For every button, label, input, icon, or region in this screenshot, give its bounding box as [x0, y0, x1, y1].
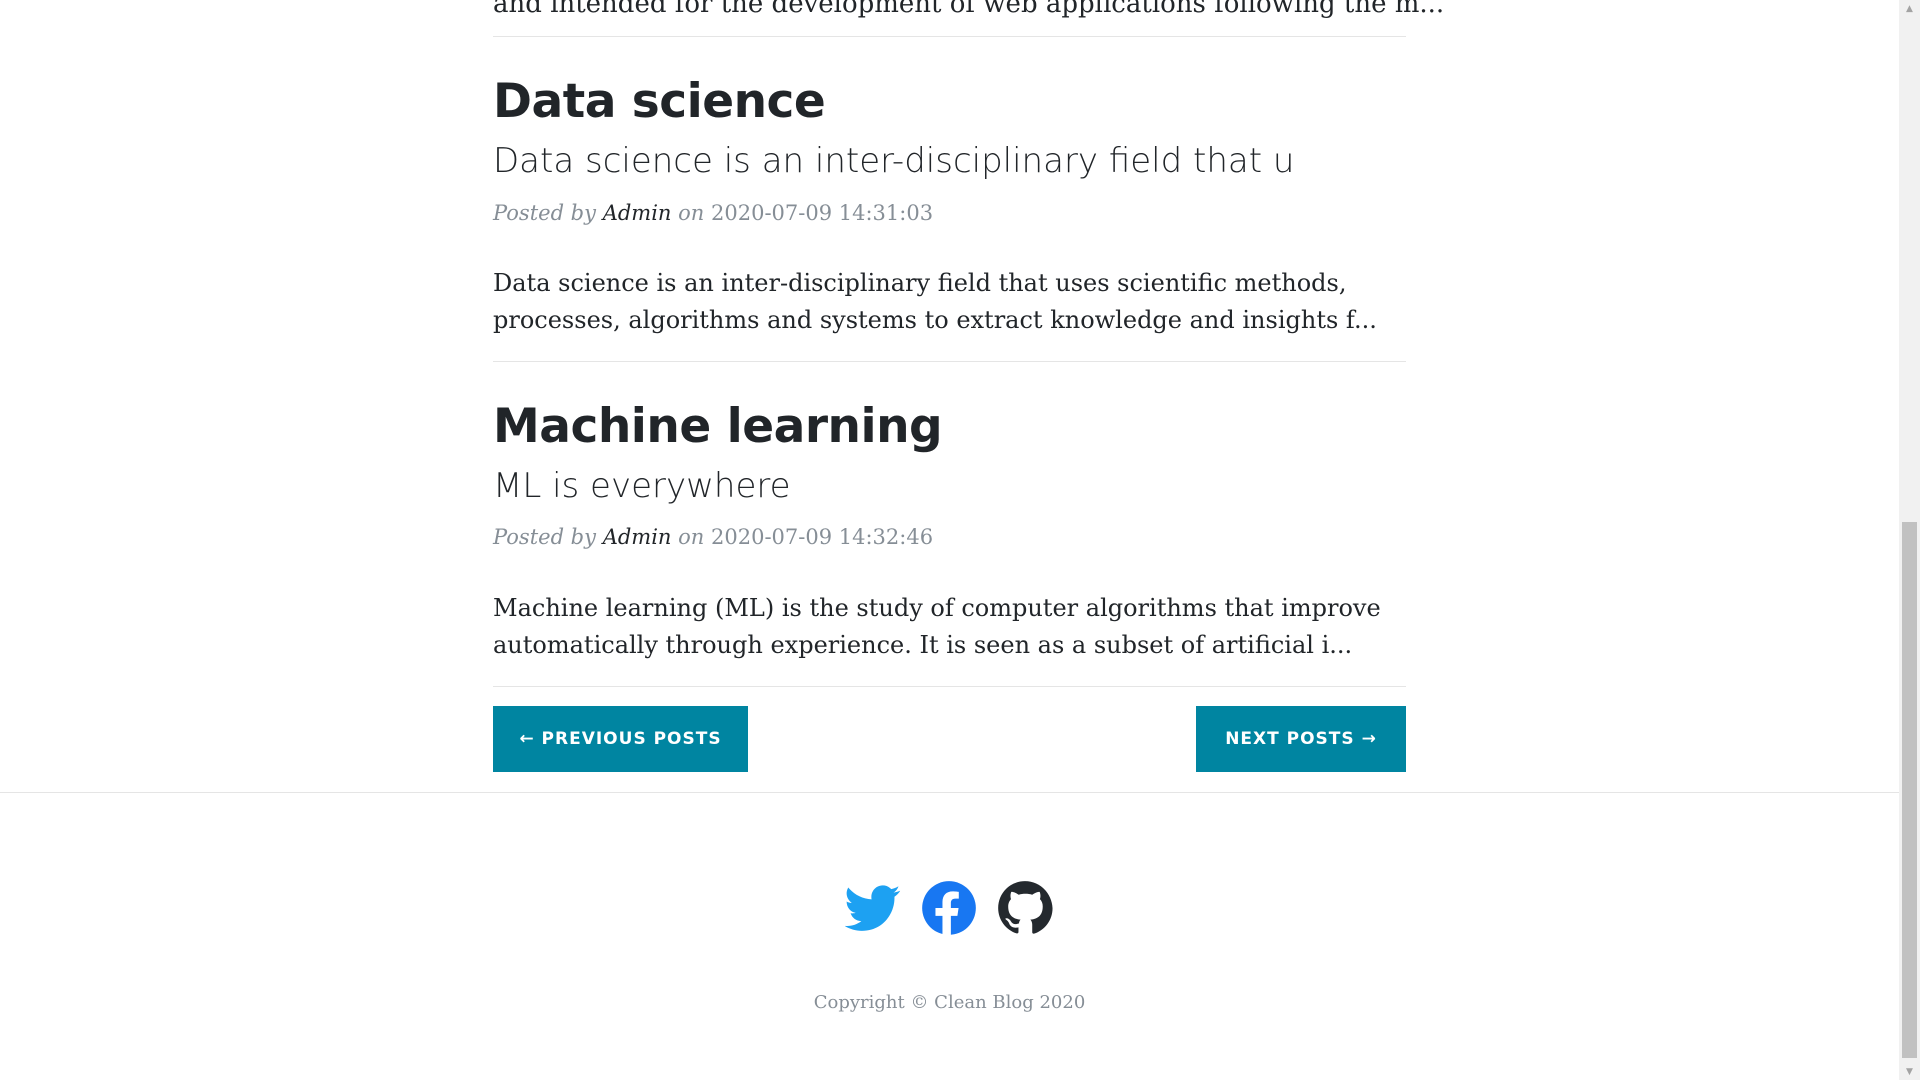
- scroll-down-arrow-icon[interactable]: ▼: [1899, 1063, 1920, 1080]
- post-excerpt: Data science is an inter-disciplinary fi…: [493, 269, 1377, 334]
- post-title[interactable]: Machine learning: [493, 399, 943, 455]
- post-divider: [493, 686, 1406, 687]
- footer-divider: [0, 792, 1899, 793]
- meta-on: on: [678, 525, 705, 549]
- vertical-scrollbar[interactable]: ▲ ▼: [1899, 0, 1920, 1080]
- social-links: [0, 880, 1899, 936]
- post-divider: [493, 36, 1406, 37]
- next-posts-button[interactable]: Next Posts →: [1196, 706, 1406, 772]
- previous-post-excerpt: and intended for the development of web …: [493, 0, 1445, 19]
- post-date: 2020-07-09 14:32:46: [711, 525, 934, 549]
- post-meta: Posted by Admin on 2020-07-09 14:32:46: [493, 522, 933, 552]
- post-date: 2020-07-09 14:31:03: [711, 201, 934, 225]
- copyright-text: Copyright © Clean Blog 2020: [813, 992, 1086, 1013]
- post-subtitle[interactable]: Data science is an inter-disciplinary fi…: [493, 139, 1294, 183]
- post-divider: [493, 361, 1406, 362]
- previous-posts-button[interactable]: ← Previous Posts: [493, 706, 748, 772]
- author-link[interactable]: Admin: [603, 201, 672, 225]
- post-meta: Posted by Admin on 2020-07-09 14:31:03: [493, 198, 933, 228]
- post-subtitle[interactable]: ML is everywhere: [493, 464, 791, 508]
- blog-page: and intended for the development of web …: [0, 0, 1899, 1080]
- meta-on: on: [678, 201, 705, 225]
- twitter-icon[interactable]: [844, 880, 901, 936]
- scrollbar-thumb[interactable]: [1902, 522, 1917, 1058]
- post-excerpt: Machine learning (ML) is the study of co…: [493, 594, 1381, 659]
- post-title[interactable]: Data science: [493, 74, 826, 130]
- github-icon[interactable]: [997, 880, 1053, 936]
- meta-prefix: Posted by: [493, 525, 596, 549]
- author-link[interactable]: Admin: [603, 525, 672, 549]
- scroll-up-arrow-icon[interactable]: ▲: [1899, 0, 1920, 17]
- facebook-icon[interactable]: [921, 880, 977, 936]
- meta-prefix: Posted by: [493, 201, 596, 225]
